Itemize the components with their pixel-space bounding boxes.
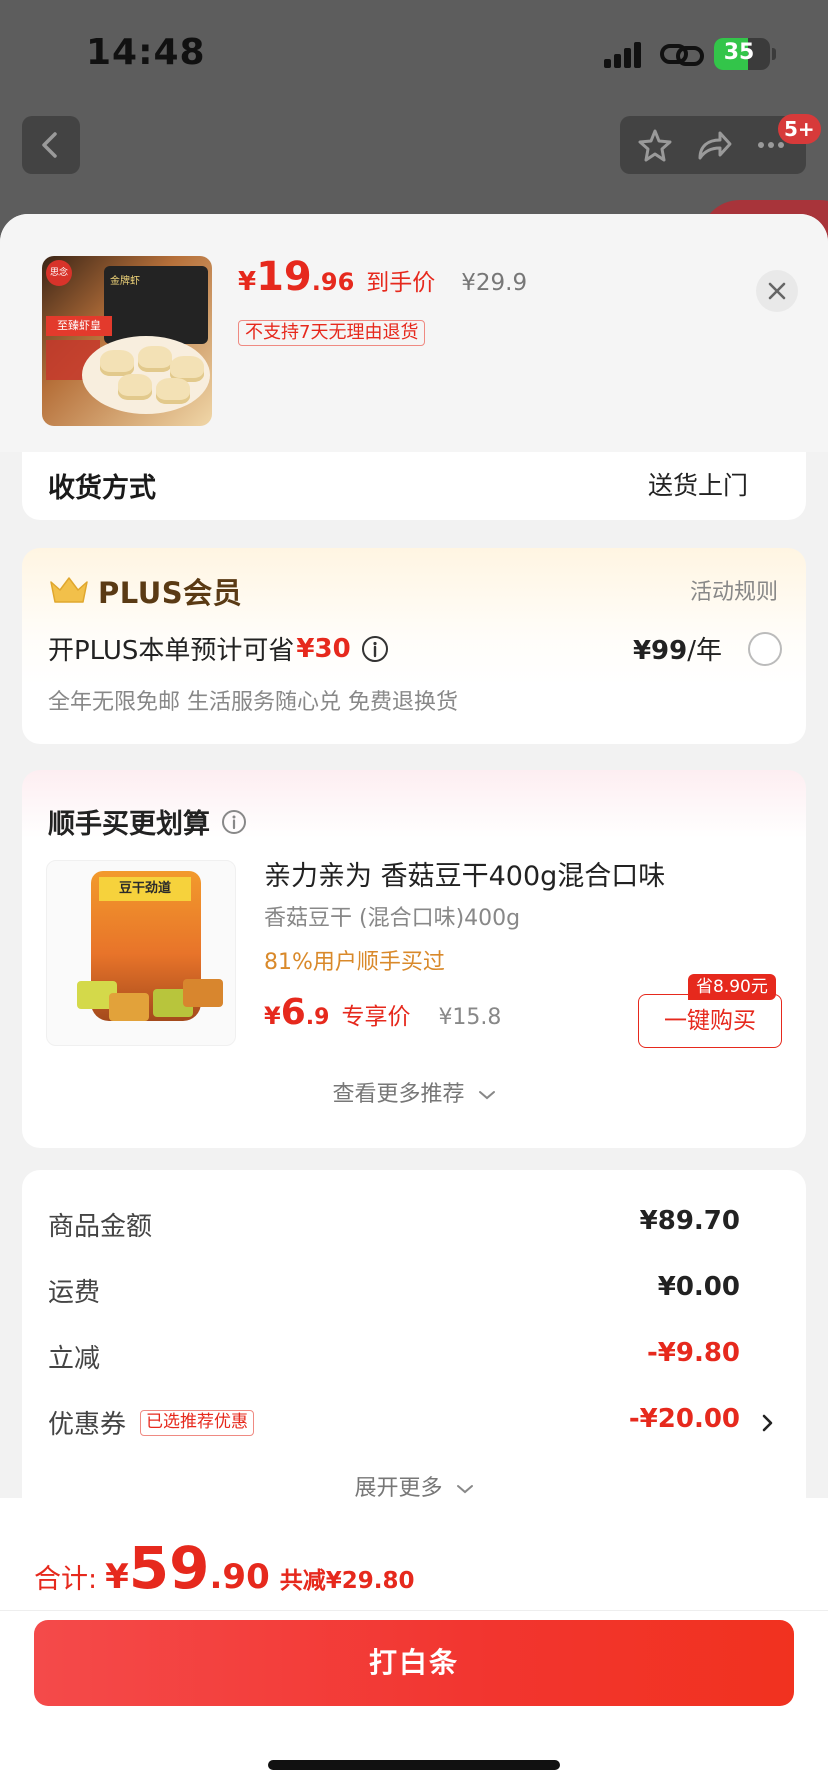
- plus-line-text: 开PLUS本单预计可省: [48, 636, 295, 666]
- home-indicator: [268, 1760, 560, 1770]
- back-button[interactable]: [22, 116, 80, 174]
- see-more-label: 查看更多推荐: [332, 1082, 465, 1107]
- crown-icon: [48, 574, 90, 606]
- recommend-product-image[interactable]: 豆干劲道: [46, 860, 236, 1046]
- total-row: 合计: ¥ 59 .90 共减¥29.80: [34, 1534, 415, 1602]
- price-decimal: .96: [311, 268, 355, 296]
- recommend-bought-rate: 81%用户顺手买过: [264, 950, 445, 975]
- total-saving: 共减¥29.80: [279, 1568, 415, 1594]
- price-currency: ¥: [238, 267, 257, 297]
- summary-label: 商品金额: [48, 1212, 153, 1242]
- chevron-left-icon: [42, 132, 57, 158]
- save-badge: 省8.90元: [688, 974, 776, 1000]
- summary-row-discount: 立减 -¥9.80: [48, 1338, 780, 1378]
- status-time: 14:48: [86, 32, 206, 73]
- battery-level: 35: [723, 40, 755, 65]
- plus-rules-link[interactable]: 活动规则: [690, 574, 778, 606]
- recommend-original-price: ¥15.8: [438, 1005, 502, 1030]
- plus-card: PLUS会员 活动规则 开PLUS本单预计可省 ¥30 ¥99/年 全年无限免邮…: [22, 548, 806, 744]
- battery-icon: 35: [714, 38, 770, 70]
- total-integer: 59: [128, 1534, 210, 1602]
- close-button[interactable]: [756, 270, 798, 312]
- info-icon[interactable]: [220, 808, 248, 836]
- recommend-price-tag: 专享价: [341, 1004, 411, 1030]
- summary-label: 优惠券 已选推荐优惠: [48, 1404, 255, 1441]
- see-more-recommend[interactable]: 查看更多推荐: [22, 1076, 806, 1108]
- summary-label: 立减: [48, 1344, 101, 1374]
- price-tag: 到手价: [366, 270, 436, 296]
- coupon-label: 优惠券: [48, 1410, 127, 1440]
- product-price: ¥ 19 .96 到手价 ¥29.9: [238, 254, 527, 304]
- summary-value: -¥9.80: [646, 1338, 740, 1368]
- info-icon[interactable]: [361, 635, 389, 663]
- total-currency: ¥: [105, 1557, 129, 1597]
- bottom-bar: 合计: ¥ 59 .90 共减¥29.80 打白条: [0, 1498, 828, 1792]
- recommend-price-integer: 6: [280, 992, 306, 1033]
- recommend-title-text: 顺手买更划算: [48, 809, 210, 840]
- plus-title: PLUS会员: [98, 576, 243, 610]
- chevron-down-icon: [478, 1089, 496, 1101]
- total-decimal: .90: [209, 1557, 270, 1597]
- summary-row-coupon[interactable]: 优惠券 已选推荐优惠 -¥20.00: [48, 1404, 780, 1444]
- no-return-badge: 不支持7天无理由退货: [238, 320, 426, 346]
- plus-price: ¥99/年: [633, 630, 722, 667]
- brand-logo: 思念: [46, 260, 72, 286]
- recommend-price-decimal: .9: [305, 1005, 330, 1030]
- delivery-value: 送货上门: [647, 471, 748, 500]
- recommend-product-spec: 香菇豆干 (混合口味)400g: [264, 906, 521, 931]
- recommend-card: 顺手买更划算 豆干劲道 亲力亲为 香菇豆干400g混合口味 香菇豆干 (混合口味…: [22, 770, 806, 1148]
- recommend-price-currency: ¥: [264, 1002, 281, 1030]
- total-label: 合计:: [34, 1564, 98, 1595]
- plus-price-value: ¥99: [632, 636, 688, 666]
- one-click-buy-button[interactable]: 一键购买: [638, 994, 782, 1048]
- chevron-right-icon: [758, 1408, 778, 1438]
- plus-price-unit: /年: [687, 636, 722, 666]
- signal-icon: [604, 42, 646, 68]
- share-icon[interactable]: [684, 116, 742, 174]
- pay-button[interactable]: 打白条: [34, 1620, 794, 1706]
- chevron-down-icon: [456, 1483, 474, 1495]
- summary-value: ¥89.70: [639, 1206, 740, 1236]
- star-icon[interactable]: [626, 116, 684, 174]
- price-integer: 19: [256, 254, 312, 300]
- summary-value: -¥20.00: [628, 1404, 740, 1434]
- recommend-title: 顺手买更划算: [48, 802, 248, 841]
- status-bar: 14:48 35: [0, 0, 828, 100]
- coupon-tag: 已选推荐优惠: [140, 1409, 255, 1436]
- recommend-product-name[interactable]: 亲力亲为 香菇豆干400g混合口味: [264, 854, 665, 893]
- summary-row-goods: 商品金额 ¥89.70: [48, 1206, 780, 1246]
- original-price: ¥29.9: [461, 270, 528, 296]
- plus-description: 全年无限免邮 生活服务随心兑 免费退换货: [48, 690, 458, 715]
- plus-radio[interactable]: [748, 632, 782, 666]
- plus-savings: 开PLUS本单预计可省 ¥30: [48, 630, 389, 667]
- summary-value: ¥0.00: [657, 1272, 740, 1302]
- product-image: 金牌虾 思念 至臻虾皇: [42, 256, 212, 426]
- summary-label: 运费: [48, 1278, 101, 1308]
- plus-save-amount: ¥30: [296, 633, 351, 664]
- link-icon: [660, 40, 704, 70]
- close-icon: [768, 282, 786, 300]
- battery-tip: [772, 48, 776, 60]
- product-header: 金牌虾 思念 至臻虾皇 ¥ 19 .96 到手价 ¥29.9 不支持7天无理由退…: [0, 214, 828, 452]
- divider: [0, 1610, 828, 1611]
- delivery-label: 收货方式: [48, 473, 156, 504]
- message-badge: 5+: [778, 114, 821, 144]
- summary-row-shipping: 运费 ¥0.00: [48, 1272, 780, 1312]
- recommend-price: ¥ 6 .9 专享价 ¥15.8: [264, 992, 501, 1033]
